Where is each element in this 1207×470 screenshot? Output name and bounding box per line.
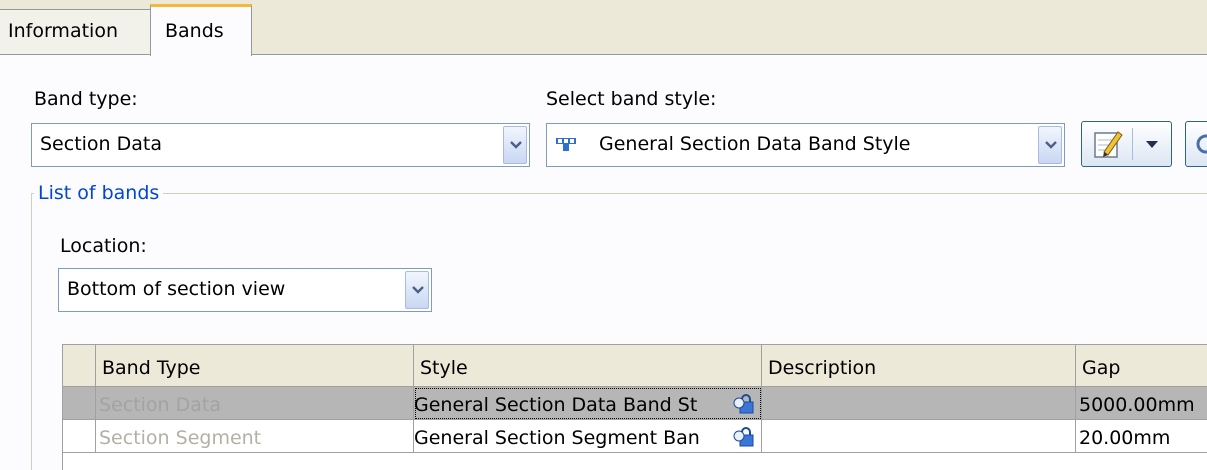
caret-down-icon[interactable] <box>1146 141 1158 149</box>
bands-grid[interactable]: Band Type Style Description Gap Section … <box>62 344 1207 470</box>
tab-information[interactable]: Information <box>0 9 152 55</box>
split-divider <box>1132 128 1133 160</box>
group-top-border <box>31 193 1207 194</box>
style-lock-icon[interactable] <box>733 393 755 415</box>
column-header-gap[interactable]: Gap <box>1076 345 1207 387</box>
list-of-bands-title: List of bands <box>34 182 164 204</box>
tab-information-label: Information <box>8 20 118 42</box>
band-style-dropdown-button[interactable] <box>1038 126 1062 164</box>
cell-band-type[interactable]: Section Segment <box>96 420 414 453</box>
cell-style[interactable]: General Section Data Band St <box>414 387 762 420</box>
band-style-combo[interactable]: General Section Data Band Style <box>546 123 1065 167</box>
cell-style[interactable]: General Section Segment Ban <box>414 420 762 453</box>
band-type-dropdown-button[interactable] <box>503 126 527 164</box>
cell-gap[interactable]: 20.00mm <box>1076 420 1207 453</box>
cell-band-type[interactable]: Section Data <box>96 387 414 420</box>
cell-description[interactable] <box>762 420 1076 453</box>
band-type-label: Band type: <box>34 88 138 110</box>
style-details-icon <box>1196 134 1207 154</box>
column-header-description[interactable]: Description <box>762 345 1076 387</box>
chevron-down-icon <box>412 286 424 294</box>
location-value: Bottom of section view <box>67 278 286 300</box>
grid-corner-header <box>63 345 96 387</box>
cell-description[interactable] <box>762 387 1076 420</box>
row-header[interactable] <box>63 387 96 420</box>
cell-style-text: General Section Data Band St <box>414 394 698 416</box>
band-style-icon <box>556 138 576 151</box>
band-type-combo[interactable]: Section Data <box>31 123 530 167</box>
chevron-down-icon <box>510 141 522 149</box>
tab-bands[interactable]: Bands <box>150 4 252 56</box>
row-header[interactable] <box>63 420 96 453</box>
location-label: Location: <box>60 235 147 257</box>
chevron-down-icon <box>1045 141 1057 149</box>
edit-style-icon <box>1094 131 1123 158</box>
location-combo[interactable]: Bottom of section view <box>58 268 432 312</box>
band-style-label: Select band style: <box>546 88 717 110</box>
tab-strip: Information Bands <box>0 0 1207 56</box>
style-lock-icon[interactable] <box>733 426 755 448</box>
band-style-value: General Section Data Band Style <box>599 133 911 155</box>
column-header-band-type[interactable]: Band Type <box>96 345 414 387</box>
edit-style-split-button[interactable] <box>1081 121 1172 167</box>
cell-style-text: General Section Segment Ban <box>414 427 700 449</box>
column-header-style[interactable]: Style <box>414 345 762 387</box>
band-type-value: Section Data <box>40 133 162 155</box>
tab-bands-label: Bands <box>165 20 224 42</box>
cell-gap[interactable]: 5000.00mm <box>1076 387 1207 420</box>
group-left-border <box>31 193 32 470</box>
style-details-button[interactable] <box>1185 121 1207 167</box>
location-dropdown-button[interactable] <box>405 271 429 309</box>
